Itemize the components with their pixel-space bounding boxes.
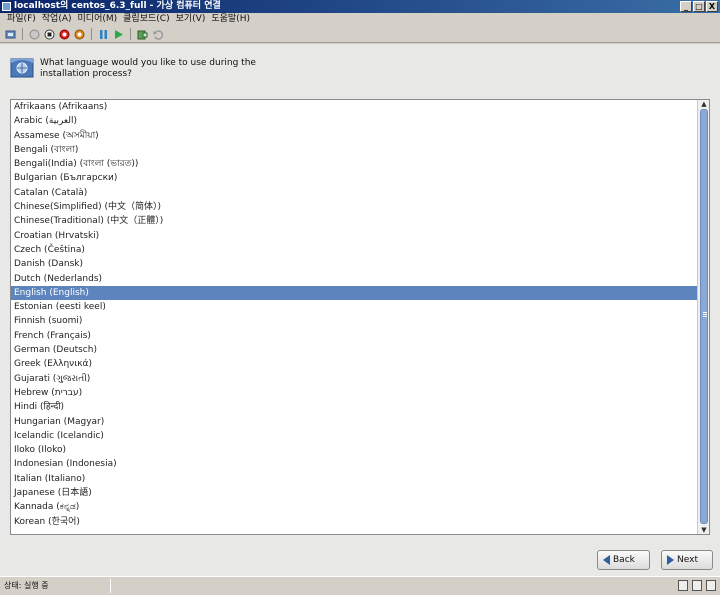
language-option[interactable]: Czech (Čeština)	[11, 243, 698, 257]
language-option[interactable]: Estonian (eesti keel)	[11, 300, 698, 314]
language-option[interactable]: Korean (한국어)	[11, 515, 698, 529]
mouse-capture-icon	[692, 580, 702, 591]
language-option[interactable]: Gujarati (ગુજરાતી)	[11, 372, 698, 386]
language-list[interactable]: Afrikaans (Afrikaans) Arabic (العربية) Ass…	[10, 99, 710, 535]
back-button-label: Back	[613, 555, 635, 565]
menu-help[interactable]: 도움말(H)	[208, 13, 253, 26]
language-option[interactable]: Chinese(Simplified) (中文（简体）)	[11, 200, 698, 214]
shutdown-icon[interactable]	[59, 29, 70, 40]
back-button[interactable]: Back	[597, 550, 650, 570]
toolbar-separator	[130, 28, 131, 40]
language-globe-icon	[10, 57, 34, 79]
status-text: 상태: 실행 중	[4, 581, 49, 590]
language-option[interactable]: English (English)	[11, 285, 698, 301]
next-button-label: Next	[677, 555, 698, 565]
menu-file[interactable]: 파일(F)	[4, 13, 39, 26]
minimize-button[interactable]: _	[680, 1, 692, 12]
language-option[interactable]: Icelandic (Icelandic)	[11, 429, 698, 443]
language-list-scrollbar[interactable]: ▲ ▼	[697, 100, 709, 534]
menu-bar: 파일(F) 작업(A) 미디어(M) 클립보드(C) 보기(V) 도움말(H)	[0, 13, 720, 26]
status-separator	[110, 579, 111, 593]
language-option[interactable]: Indonesian (Indonesia)	[11, 457, 698, 471]
language-option[interactable]: Bulgarian (Български)	[11, 171, 698, 185]
language-option[interactable]: Chinese(Traditional) (中文（正體）)	[11, 214, 698, 228]
toolbar	[0, 26, 720, 43]
back-arrow-icon	[603, 555, 610, 565]
language-option[interactable]: French (Français)	[11, 329, 698, 343]
turn-off-icon[interactable]	[44, 29, 55, 40]
installer-screen: What language would you like to use duri…	[0, 44, 720, 576]
next-button[interactable]: Next	[661, 550, 713, 570]
status-icons	[678, 580, 716, 591]
language-option[interactable]: Dutch (Nederlands)	[11, 272, 698, 286]
scroll-thumb[interactable]	[700, 109, 708, 524]
pause-icon[interactable]	[98, 29, 109, 40]
language-option[interactable]: Italian (Italiano)	[11, 472, 698, 486]
language-option[interactable]: Afrikaans (Afrikaans)	[11, 100, 698, 114]
language-option[interactable]: Hindi (हिन्दी)	[11, 400, 698, 414]
scroll-down-icon[interactable]: ▼	[699, 526, 709, 534]
language-option[interactable]: Iloko (Iloko)	[11, 443, 698, 457]
revert-icon[interactable]	[152, 29, 164, 40]
toolbar-separator	[91, 28, 92, 40]
toolbar-separator	[22, 28, 23, 40]
ctrl-alt-del-icon[interactable]	[5, 29, 16, 40]
language-option[interactable]: Kannada (ಕನ್ನಡ)	[11, 500, 698, 514]
snapshot-icon[interactable]	[137, 29, 148, 40]
language-option[interactable]: German (Deutsch)	[11, 343, 698, 357]
language-option[interactable]: Hungarian (Magyar)	[11, 415, 698, 429]
window-controls: _ □ X	[680, 1, 718, 12]
language-option[interactable]: Croatian (Hrvatski)	[11, 229, 698, 243]
language-option[interactable]: Bengali(India) (বাংলা (ভারত))	[11, 157, 698, 171]
start-icon[interactable]	[29, 29, 40, 40]
window-title-bar[interactable]: localhost의 centos_6.3_full - 가상 컴퓨터 연결 _…	[0, 0, 720, 13]
keyboard-icon	[678, 580, 688, 591]
language-option[interactable]: Greek (Ελληνικά)	[11, 357, 698, 371]
language-option[interactable]: Danish (Dansk)	[11, 257, 698, 271]
menu-clipboard[interactable]: 클립보드(C)	[120, 13, 172, 26]
lock-icon	[706, 580, 716, 591]
menu-action[interactable]: 작업(A)	[39, 13, 75, 26]
language-list-items: Afrikaans (Afrikaans) Arabic (العربية) Ass…	[11, 100, 698, 529]
close-button[interactable]: X	[706, 1, 718, 12]
scroll-up-icon[interactable]: ▲	[699, 100, 709, 108]
window-title: localhost의 centos_6.3_full - 가상 컴퓨터 연결	[14, 1, 221, 11]
language-option[interactable]: Hebrew (עברית)	[11, 386, 698, 400]
maximize-button[interactable]: □	[693, 1, 705, 12]
menu-view[interactable]: 보기(V)	[173, 13, 209, 26]
language-option[interactable]: Arabic (العربية)	[11, 114, 698, 128]
vm-connection-icon	[2, 2, 11, 11]
language-option[interactable]: Catalan (Català)	[11, 186, 698, 200]
language-option[interactable]: Assamese (অসমীয়া)	[11, 129, 698, 143]
language-option[interactable]: Bengali (বাংলা)	[11, 143, 698, 157]
language-question: What language would you like to use duri…	[40, 58, 256, 79]
next-arrow-icon	[667, 555, 674, 565]
language-option[interactable]: Finnish (suomi)	[11, 314, 698, 328]
menu-media[interactable]: 미디어(M)	[75, 13, 121, 26]
reset-icon[interactable]	[113, 29, 124, 40]
save-icon[interactable]	[74, 29, 85, 40]
language-option[interactable]: Japanese (日本語)	[11, 486, 698, 500]
status-bar: 상태: 실행 중	[0, 576, 720, 595]
